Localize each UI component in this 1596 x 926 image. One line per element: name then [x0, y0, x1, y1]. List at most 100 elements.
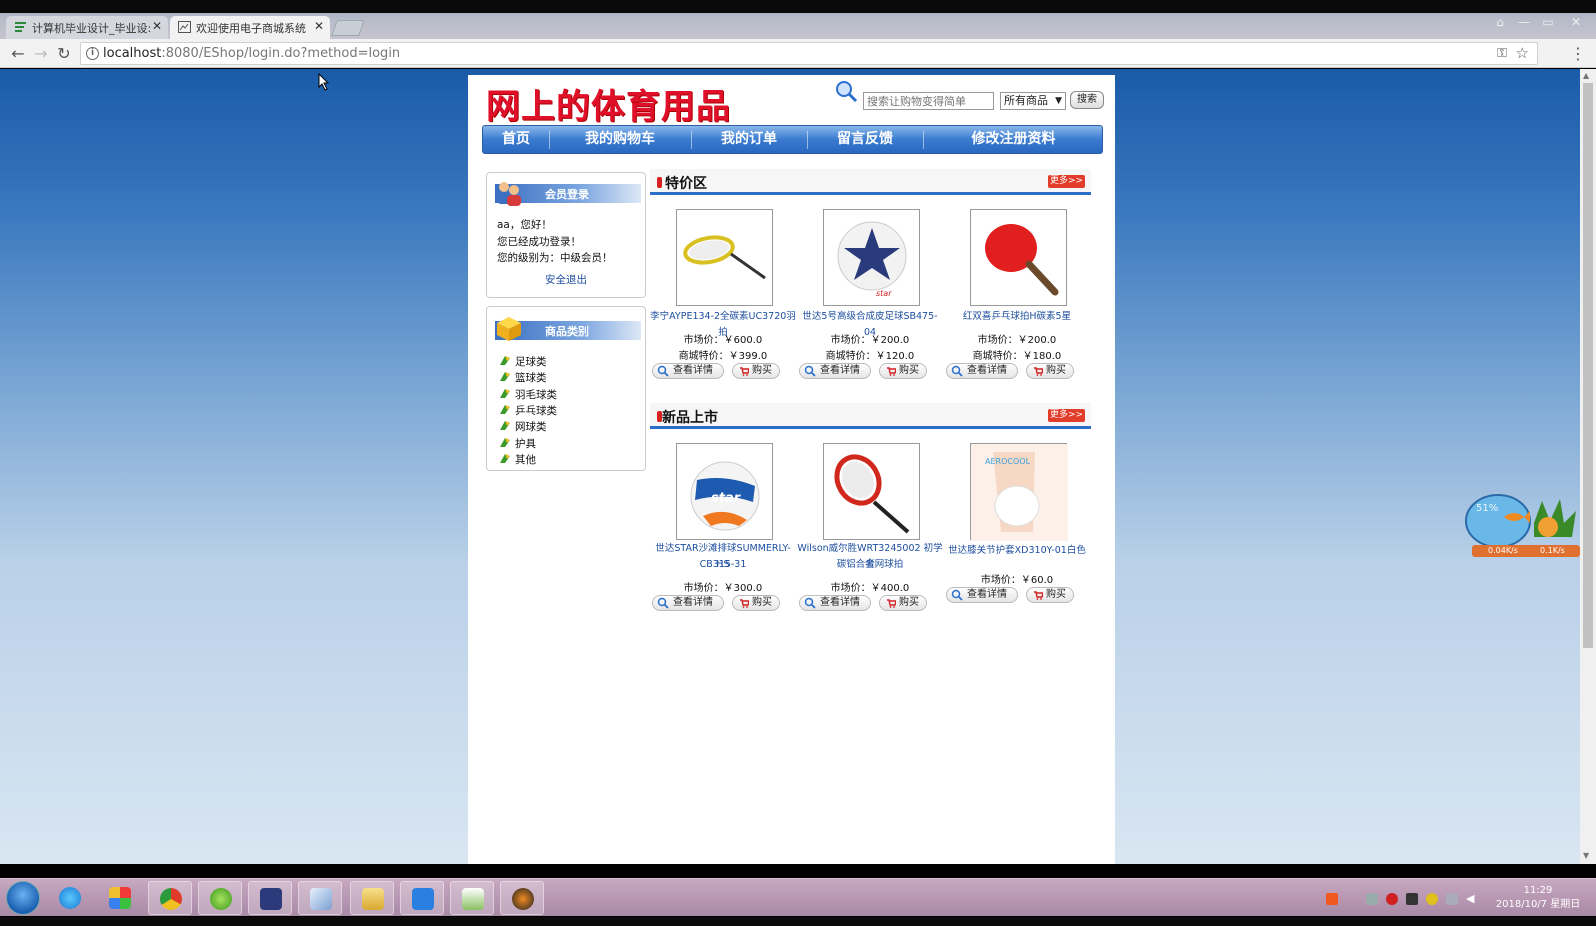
buy-button[interactable]: 购买	[879, 363, 927, 379]
tray-icon[interactable]	[1426, 893, 1438, 905]
volume-icon[interactable]: ◀	[1466, 893, 1478, 905]
browser-tab-2[interactable]: 欢迎使用电子商城系统 ✕	[170, 16, 330, 39]
network-icon[interactable]	[1446, 893, 1458, 905]
eclipse-app-icon[interactable]	[248, 881, 292, 915]
nav-orders[interactable]: 我的订单	[691, 126, 807, 153]
url-path: :8080/EShop/login.do?method=login	[161, 46, 401, 61]
product-image[interactable]: AEROCOOL	[970, 443, 1068, 541]
logout-link[interactable]: 安全退出	[545, 272, 587, 287]
product-name-link-line2[interactable]: 碳铝合金网球拍	[797, 557, 943, 573]
tray-icon[interactable]	[1386, 893, 1398, 905]
nav-feedback[interactable]: 留言反馈	[807, 126, 923, 153]
green-app-icon[interactable]	[198, 881, 242, 915]
product-name-link-line2[interactable]: CB315-31	[650, 557, 796, 573]
buy-label: 购买	[752, 597, 772, 608]
category-item[interactable]: 其他	[499, 452, 536, 467]
category-select-value: 所有商品	[1004, 94, 1048, 107]
tray-icon[interactable]	[1366, 893, 1378, 905]
new-tab-button[interactable]	[331, 20, 365, 36]
back-arrow-icon[interactable]: ←	[8, 44, 28, 64]
browser-tab-1[interactable]: 计算机毕业设计_毕业设: ✕	[6, 16, 168, 39]
product-image[interactable]: star	[823, 209, 920, 306]
bookmark-star-icon[interactable]: ☆	[1516, 43, 1529, 64]
cart-icon	[1034, 367, 1043, 376]
mall-price: 商城特价：￥399.0	[678, 351, 768, 362]
site-info-icon[interactable]: i	[86, 47, 99, 60]
reload-icon[interactable]: ↻	[54, 44, 74, 64]
svg-text:star: star	[711, 491, 742, 506]
network-speed-widget[interactable]: 51% 0.04K/s 0.1K/s	[1464, 493, 1580, 559]
buy-button[interactable]: 购买	[732, 595, 780, 611]
category-item[interactable]: 篮球类	[499, 370, 547, 385]
product-image[interactable]: star	[676, 443, 773, 540]
category-item[interactable]: 乒乓球类	[499, 403, 557, 418]
search-input[interactable]	[863, 92, 994, 110]
leaf-bullet-icon	[500, 437, 510, 447]
user-icon[interactable]: ⌂	[1490, 15, 1510, 29]
special-more-button[interactable]: 更多>>	[1048, 175, 1085, 188]
page-scrollbar[interactable]: ▲ ▼	[1580, 69, 1596, 864]
url-bar[interactable]: i localhost:8080/EShop/login.do?method=l…	[80, 42, 1538, 65]
section-marker	[657, 177, 662, 188]
site-logo[interactable]: 网上的体育用品	[486, 79, 731, 128]
sogou-ime-icon[interactable]	[1326, 893, 1338, 905]
category-item[interactable]: 网球类	[499, 419, 547, 434]
market-price: 市场价：￥600.0	[683, 335, 763, 346]
scrollbar-thumb[interactable]	[1583, 83, 1593, 648]
close-window-icon[interactable]: ✕	[1566, 15, 1586, 29]
tray-icon[interactable]	[1406, 893, 1418, 905]
page-container: 网上的体育用品 所有商品 ▼ 搜索 首页 我的购物车 我的订单 留言反馈 修改注…	[468, 75, 1115, 864]
category-item-label: 足球类	[515, 356, 547, 368]
nav-home[interactable]: 首页	[483, 126, 549, 153]
magnifier-icon	[657, 365, 669, 377]
buy-button[interactable]: 购买	[1026, 363, 1074, 379]
ie-app-icon[interactable]	[48, 881, 92, 915]
chart-app-icon[interactable]	[450, 881, 494, 915]
new-more-button[interactable]: 更多>>	[1048, 409, 1085, 422]
start-button[interactable]	[6, 881, 40, 915]
cart-icon	[740, 367, 749, 376]
media-app-icon[interactable]	[98, 881, 142, 915]
maximize-icon[interactable]: ▭	[1538, 15, 1558, 29]
category-item[interactable]: 羽毛球类	[499, 387, 557, 402]
view-detail-button[interactable]: 查看详情	[946, 363, 1018, 379]
view-detail-button[interactable]: 查看详情	[652, 363, 724, 379]
key-icon[interactable]: ⚿	[1497, 43, 1507, 64]
scroll-down-icon[interactable]: ▼	[1583, 851, 1589, 860]
view-detail-button[interactable]: 查看详情	[799, 363, 871, 379]
product-name-link[interactable]: 红双喜乒乓球拍H碳素5星	[944, 309, 1090, 325]
recorder-app-icon[interactable]	[500, 881, 544, 915]
view-detail-button[interactable]: 查看详情	[799, 595, 871, 611]
category-item[interactable]: 足球类	[499, 354, 547, 369]
product-image[interactable]	[970, 209, 1067, 306]
close-tab-icon[interactable]: ✕	[152, 19, 162, 33]
buy-button[interactable]: 购买	[879, 595, 927, 611]
product-image[interactable]	[823, 443, 920, 540]
scroll-up-icon[interactable]: ▲	[1583, 71, 1589, 80]
category-item[interactable]: 护具	[499, 436, 536, 451]
market-price: 市场价：￥200.0	[830, 335, 910, 346]
view-detail-button[interactable]: 查看详情	[946, 587, 1018, 603]
minimize-icon[interactable]: —	[1514, 15, 1534, 29]
special-section-title: 特价区	[665, 176, 707, 192]
chrome-app-icon[interactable]	[148, 881, 192, 915]
nav-edit-profile[interactable]: 修改注册资料	[923, 126, 1104, 153]
view-detail-button[interactable]: 查看详情	[652, 595, 724, 611]
explorer-app-icon[interactable]	[350, 881, 394, 915]
product-name-link[interactable]: 世达膝关节护套XD310Y-01白色	[944, 543, 1090, 559]
search-button[interactable]: 搜索	[1070, 91, 1104, 109]
browser-menu-icon[interactable]: ⋮	[1570, 44, 1586, 63]
taskbar-clock[interactable]: 11:29 2018/10/7 星期日	[1490, 884, 1586, 912]
new-section-title: 新品上市	[662, 410, 718, 426]
nav-cart[interactable]: 我的购物车	[549, 126, 691, 153]
magnifier-icon	[951, 589, 963, 601]
forward-arrow-icon[interactable]: →	[31, 44, 51, 64]
category-select[interactable]: 所有商品 ▼	[1000, 92, 1066, 110]
category-item-label: 羽毛球类	[515, 388, 557, 401]
word-app-icon[interactable]	[400, 881, 444, 915]
close-tab-icon[interactable]: ✕	[314, 19, 324, 33]
buy-button[interactable]: 购买	[1026, 587, 1074, 603]
product-image[interactable]	[676, 209, 773, 306]
notes-app-icon[interactable]	[298, 881, 342, 915]
buy-button[interactable]: 购买	[732, 363, 780, 379]
